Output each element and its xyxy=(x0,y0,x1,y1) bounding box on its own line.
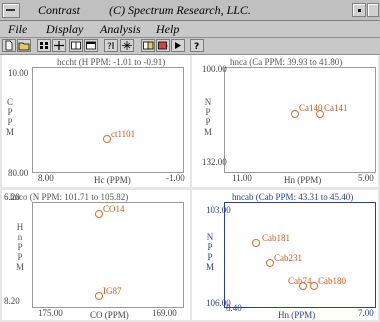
plot-area[interactable] xyxy=(32,67,184,173)
plot-area[interactable] xyxy=(224,67,376,173)
title-bar: Contrast (C) Spectrum Research, LLC. xyxy=(0,0,380,21)
window-icon[interactable] xyxy=(84,39,98,52)
x-axis-label: Hn (PPM) xyxy=(284,175,322,185)
x-right-tick: 7.00 xyxy=(358,308,374,318)
spectrum-panel-hncab[interactable]: hncab (Cab PPM: 43.31 to 45.40) 103.00 1… xyxy=(192,190,378,320)
y-top-tick: 100.00 xyxy=(202,64,227,74)
x-right-tick: 5.00 xyxy=(358,173,374,183)
minimize-button[interactable] xyxy=(352,3,366,17)
crosshair-icon[interactable] xyxy=(52,39,66,52)
maximize-button[interactable] xyxy=(367,3,379,17)
peak-marker[interactable] xyxy=(266,259,274,267)
menu-help[interactable]: Help xyxy=(156,22,179,37)
new-file-icon[interactable] xyxy=(2,39,16,52)
y-top-tick: 10.00 xyxy=(8,68,29,78)
x-right-tick: 169.00 xyxy=(152,308,177,318)
peak-label: Cab231 xyxy=(274,253,302,263)
grid-layout-icon[interactable] xyxy=(37,39,51,52)
x-axis-label: CO (PPM) xyxy=(90,310,129,320)
svg-text:?: ? xyxy=(107,42,112,51)
zoom-icon[interactable] xyxy=(120,39,134,52)
y-bottom-tick: 80.00 xyxy=(8,168,29,178)
panel-title: hncab (Cab PPM: 43.31 to 45.40) xyxy=(232,192,354,202)
help-icon[interactable]: ? xyxy=(190,39,204,52)
peak-label: Ca141 xyxy=(324,103,348,113)
panel-title: hnca (Ca PPM: 39.93 to 41.80) xyxy=(230,57,343,67)
x-axis-label: Hc (PPM) xyxy=(94,175,131,185)
peak-pick-icon[interactable]: ? xyxy=(104,39,118,52)
peak-marker[interactable] xyxy=(316,110,324,118)
peak-label: Cab181 xyxy=(262,233,290,243)
x-right-tick: -1.00 xyxy=(166,173,185,183)
window-title: (C) Spectrum Research, LLC. xyxy=(109,3,251,17)
open-folder-icon[interactable] xyxy=(17,39,31,52)
y-axis-label: C P P M xyxy=(6,97,15,137)
spectrum-panel-hccht[interactable]: hccht (H PPM: -1.01 to -0.91) 10.00 80.0… xyxy=(2,55,190,187)
x-left-tick: 175.00 xyxy=(38,308,63,318)
peak-marker[interactable] xyxy=(252,239,260,247)
peak-marker[interactable] xyxy=(95,292,103,300)
x-left-tick: 8.40 xyxy=(226,303,242,313)
y-top-tick: 103.00 xyxy=(206,205,231,215)
play-icon[interactable] xyxy=(171,39,185,52)
y-axis-label: N P P M xyxy=(204,97,213,137)
peak-label: CO14 xyxy=(103,204,125,214)
peak-label: ct1101 xyxy=(111,129,136,139)
export-icon[interactable] xyxy=(156,39,170,52)
y-axis-label: H n P P M xyxy=(16,222,25,272)
y-bottom-tick: 8.20 xyxy=(4,296,20,306)
peak-label: Cab74 xyxy=(288,276,312,286)
menu-display[interactable]: Display xyxy=(46,22,83,37)
panel-title: hccht (H PPM: -1.01 to -0.91) xyxy=(57,57,166,67)
y-top-tick: 6.20 xyxy=(4,192,20,202)
spectrum-panel-hnca[interactable]: hnca (Ca PPM: 39.93 to 41.80) 100.00 132… xyxy=(192,55,378,187)
peak-marker[interactable] xyxy=(310,282,318,290)
peak-label: Cab180 xyxy=(318,276,346,286)
spectrum-panel-hnco[interactable]: hnco (N PPM: 101.71 to 105.82) 6.20 8.20… xyxy=(2,190,190,320)
menu-file[interactable]: File xyxy=(8,22,27,37)
peak-marker[interactable] xyxy=(95,210,103,218)
peak-marker[interactable] xyxy=(103,135,111,143)
x-axis-label: Hn (PPM) xyxy=(278,310,316,320)
y-axis-label: N P P M xyxy=(206,232,215,272)
workspace: hccht (H PPM: -1.01 to -0.91) 10.00 80.0… xyxy=(0,55,380,322)
y-bottom-tick: 132.00 xyxy=(202,157,227,167)
toolbar: ? ? xyxy=(0,38,380,55)
x-left-tick: 8.00 xyxy=(38,173,54,183)
peak-marker[interactable] xyxy=(291,110,299,118)
menu-bar: File Display Analysis Help xyxy=(0,21,380,38)
menu-analysis[interactable]: Analysis xyxy=(100,22,141,37)
stack-icon[interactable] xyxy=(141,39,155,52)
layout-icon[interactable] xyxy=(69,39,83,52)
x-left-tick: 11.00 xyxy=(232,173,252,183)
peak-label: IG87 xyxy=(103,286,122,296)
svg-text:?: ? xyxy=(194,42,199,51)
panel-title: hnco (N PPM: 101.71 to 105.82) xyxy=(10,192,129,202)
